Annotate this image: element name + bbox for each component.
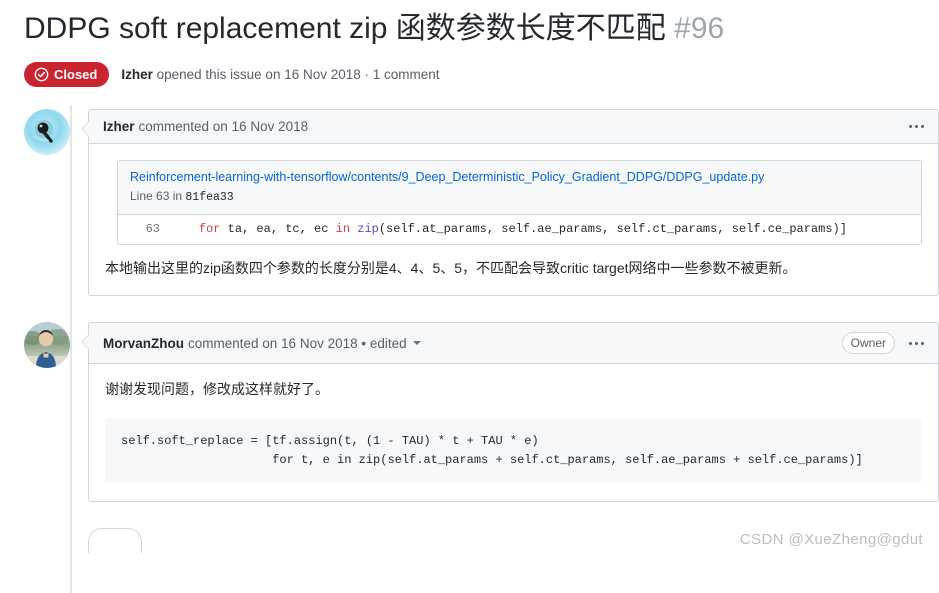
code-reference-snippet: Reinforcement-learning-with-tensorflow/c… [117,160,922,245]
comment-item: MorvanZhou commented on 16 Nov 2018 • ed… [24,322,939,503]
code-function-zip: zip [350,222,379,236]
kebab-dot [915,125,918,128]
code-reference-commit: 81fea33 [185,191,233,204]
code-line-content: for ta, ea, tc, ec in zip(self.at_params… [170,220,847,238]
page-title: DDPG soft replacement zip 函数参数长度不匹配 #96 [24,10,915,48]
issue-opened-meta: opened this issue on 16 Nov 2018 · 1 com… [153,67,440,82]
code-reference-header: Reinforcement-learning-with-tensorflow/c… [118,161,921,215]
chevron-down-icon[interactable] [413,341,421,345]
issue-timeline: Izher commented on 16 Nov 2018 Reinforce… [0,109,939,554]
comment-timestamp: commented on 16 Nov 2018 • edited [188,336,407,351]
code-indent [170,222,199,236]
kebab-dot [921,125,924,128]
status-badge: Closed [24,62,109,87]
issue-number: #96 [674,12,724,45]
code-args: (self.at_params, self.ae_params, self.ct… [379,222,847,236]
comment-body: 谢谢发现问题，修改成这样就好了。 self.soft_replace = [tf… [89,364,938,501]
add-reaction-button[interactable] [88,528,142,553]
comment-box: Izher commented on 16 Nov 2018 Reinforce… [88,109,939,296]
closed-check-icon [34,67,49,82]
comment-item: Izher commented on 16 Nov 2018 Reinforce… [24,109,939,296]
issue-title-text: DDPG soft replacement zip 函数参数长度不匹配 [24,12,666,45]
reaction-row [24,528,939,553]
comment-menu-button[interactable] [907,340,926,347]
issue-meta: Izher opened this issue on 16 Nov 2018 ·… [121,67,439,82]
kebab-dot [915,342,918,345]
code-block: self.soft_replace = [tf.assign(t, (1 - T… [105,418,922,483]
comment-header: Izher commented on 16 Nov 2018 [89,110,938,144]
comment-timestamp: commented on 16 Nov 2018 [139,119,309,134]
avatar[interactable] [24,109,70,155]
code-keyword-in: in [336,222,350,236]
kebab-dot [909,125,912,128]
kebab-dot [909,342,912,345]
issue-opened-author[interactable]: Izher [121,67,153,82]
comment-menu-button[interactable] [907,123,926,130]
code-reference-line-info: Line 63 in 81fea33 [130,187,909,206]
status-badge-label: Closed [54,68,97,81]
comment-text: 本地输出这里的zip函数四个参数的长度分别是4、4、5、5，不匹配会导致crit… [103,257,924,281]
owner-role-badge: Owner [842,332,895,355]
code-line-number: 63 [118,220,170,238]
code-reference-body: 63 for ta, ea, tc, ec in zip(self.at_par… [118,215,921,244]
issue-header: DDPG soft replacement zip 函数参数长度不匹配 #96 … [0,0,939,87]
kebab-dot [921,342,924,345]
code-reference-line-prefix: Line 63 in [130,189,185,203]
comment-box: MorvanZhou commented on 16 Nov 2018 • ed… [88,322,939,503]
comment-header: MorvanZhou commented on 16 Nov 2018 • ed… [89,323,938,365]
avatar[interactable] [24,322,70,368]
code-keyword-for: for [199,222,221,236]
comment-text: 谢谢发现问题，修改成这样就好了。 [103,378,924,402]
comment-author[interactable]: MorvanZhou [103,336,184,351]
code-vars: ta, ea, tc, ec [220,222,335,236]
comment-author[interactable]: Izher [103,119,135,134]
code-reference-path-link[interactable]: Reinforcement-learning-with-tensorflow/c… [130,168,909,186]
comment-body: Reinforcement-learning-with-tensorflow/c… [89,144,938,295]
issue-subhead: Closed Izher opened this issue on 16 Nov… [24,62,915,87]
